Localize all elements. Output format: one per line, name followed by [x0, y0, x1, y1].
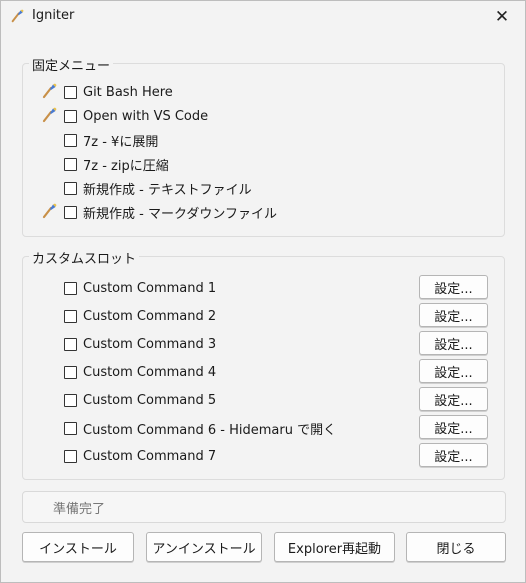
- close-window-button[interactable]: ✕: [479, 1, 525, 32]
- checkbox[interactable]: [64, 393, 77, 407]
- fixed-menu-item[interactable]: Open with VS Code: [64, 106, 208, 126]
- fixed-menu-item-label: 新規作成 - テキストファイル: [83, 182, 252, 198]
- settings-button[interactable]: 設定...: [419, 359, 488, 383]
- custom-slot-label: Custom Command 5: [83, 392, 217, 408]
- custom-slot-label: Custom Command 3: [83, 336, 217, 352]
- settings-button[interactable]: 設定...: [419, 443, 488, 467]
- custom-slot-item[interactable]: Custom Command 3: [64, 334, 216, 354]
- custom-slot-item[interactable]: Custom Command 7: [64, 446, 216, 466]
- fixed-menu-item-label: 7z - zipに圧縮: [83, 158, 169, 174]
- checkbox[interactable]: [64, 281, 77, 295]
- checkbox[interactable]: [64, 309, 77, 323]
- custom-slot-item[interactable]: Custom Command 1: [64, 278, 216, 298]
- fixed-menu-item[interactable]: 7z - zipに圧縮: [64, 154, 169, 174]
- checkbox[interactable]: [64, 157, 77, 171]
- custom-slot-label: Custom Command 4: [83, 364, 217, 380]
- settings-button[interactable]: 設定...: [419, 275, 488, 299]
- custom-slot-item[interactable]: Custom Command 6 - Hidemaru で開く: [64, 418, 336, 438]
- brush-icon: [41, 203, 57, 219]
- fixed-menu-item[interactable]: 新規作成 - テキストファイル: [64, 178, 252, 198]
- close-icon: ✕: [494, 6, 510, 27]
- checkbox[interactable]: [64, 421, 77, 435]
- window-title: Igniter: [32, 8, 75, 23]
- fixed-menu-legend: 固定メニュー: [29, 55, 114, 74]
- custom-slot-label: Custom Command 7: [83, 448, 217, 464]
- brush-icon: [41, 107, 57, 123]
- fixed-menu-item[interactable]: Git Bash Here: [64, 82, 173, 102]
- restart-explorer-button[interactable]: Explorer再起動: [274, 532, 395, 562]
- settings-button[interactable]: 設定...: [419, 415, 488, 439]
- custom-slot-item[interactable]: Custom Command 4: [64, 362, 216, 382]
- custom-slot-item[interactable]: Custom Command 2: [64, 306, 216, 326]
- title-bar: Igniter ✕: [1, 1, 525, 32]
- install-button[interactable]: インストール: [22, 532, 134, 562]
- fixed-menu-item-label: Git Bash Here: [83, 84, 173, 100]
- fixed-menu-item-label: Open with VS Code: [83, 108, 209, 124]
- settings-button[interactable]: 設定...: [419, 303, 488, 327]
- custom-slots-legend: カスタムスロット: [29, 248, 140, 267]
- checkbox[interactable]: [64, 365, 77, 379]
- uninstall-button[interactable]: アンインストール: [146, 532, 262, 562]
- close-button[interactable]: 閉じる: [406, 532, 506, 562]
- app-window: Igniter ✕ 固定メニュー Git Bash Here Open with …: [0, 0, 526, 583]
- status-text: 準備完了: [53, 501, 106, 517]
- status-bar: 準備完了: [22, 491, 506, 523]
- settings-button[interactable]: 設定...: [419, 331, 488, 355]
- checkbox[interactable]: [64, 85, 77, 99]
- checkbox[interactable]: [64, 205, 77, 219]
- settings-button[interactable]: 設定...: [419, 387, 488, 411]
- custom-slot-label: Custom Command 6 - Hidemaru で開く: [83, 422, 337, 438]
- fixed-menu-item-label: 7z - ¥に展開: [83, 134, 159, 150]
- custom-slot-label: Custom Command 1: [83, 280, 217, 296]
- custom-slot-label: Custom Command 2: [83, 308, 217, 324]
- custom-slot-item[interactable]: Custom Command 5: [64, 390, 216, 410]
- fixed-menu-item[interactable]: 7z - ¥に展開: [64, 130, 158, 150]
- checkbox[interactable]: [64, 133, 77, 147]
- checkbox[interactable]: [64, 337, 77, 351]
- fixed-menu-item[interactable]: 新規作成 - マークダウンファイル: [64, 202, 277, 222]
- brush-icon: [41, 83, 57, 99]
- checkbox[interactable]: [64, 449, 77, 463]
- checkbox[interactable]: [64, 181, 77, 195]
- checkbox[interactable]: [64, 109, 77, 123]
- brush-icon: [11, 9, 24, 23]
- fixed-menu-item-label: 新規作成 - マークダウンファイル: [83, 206, 278, 222]
